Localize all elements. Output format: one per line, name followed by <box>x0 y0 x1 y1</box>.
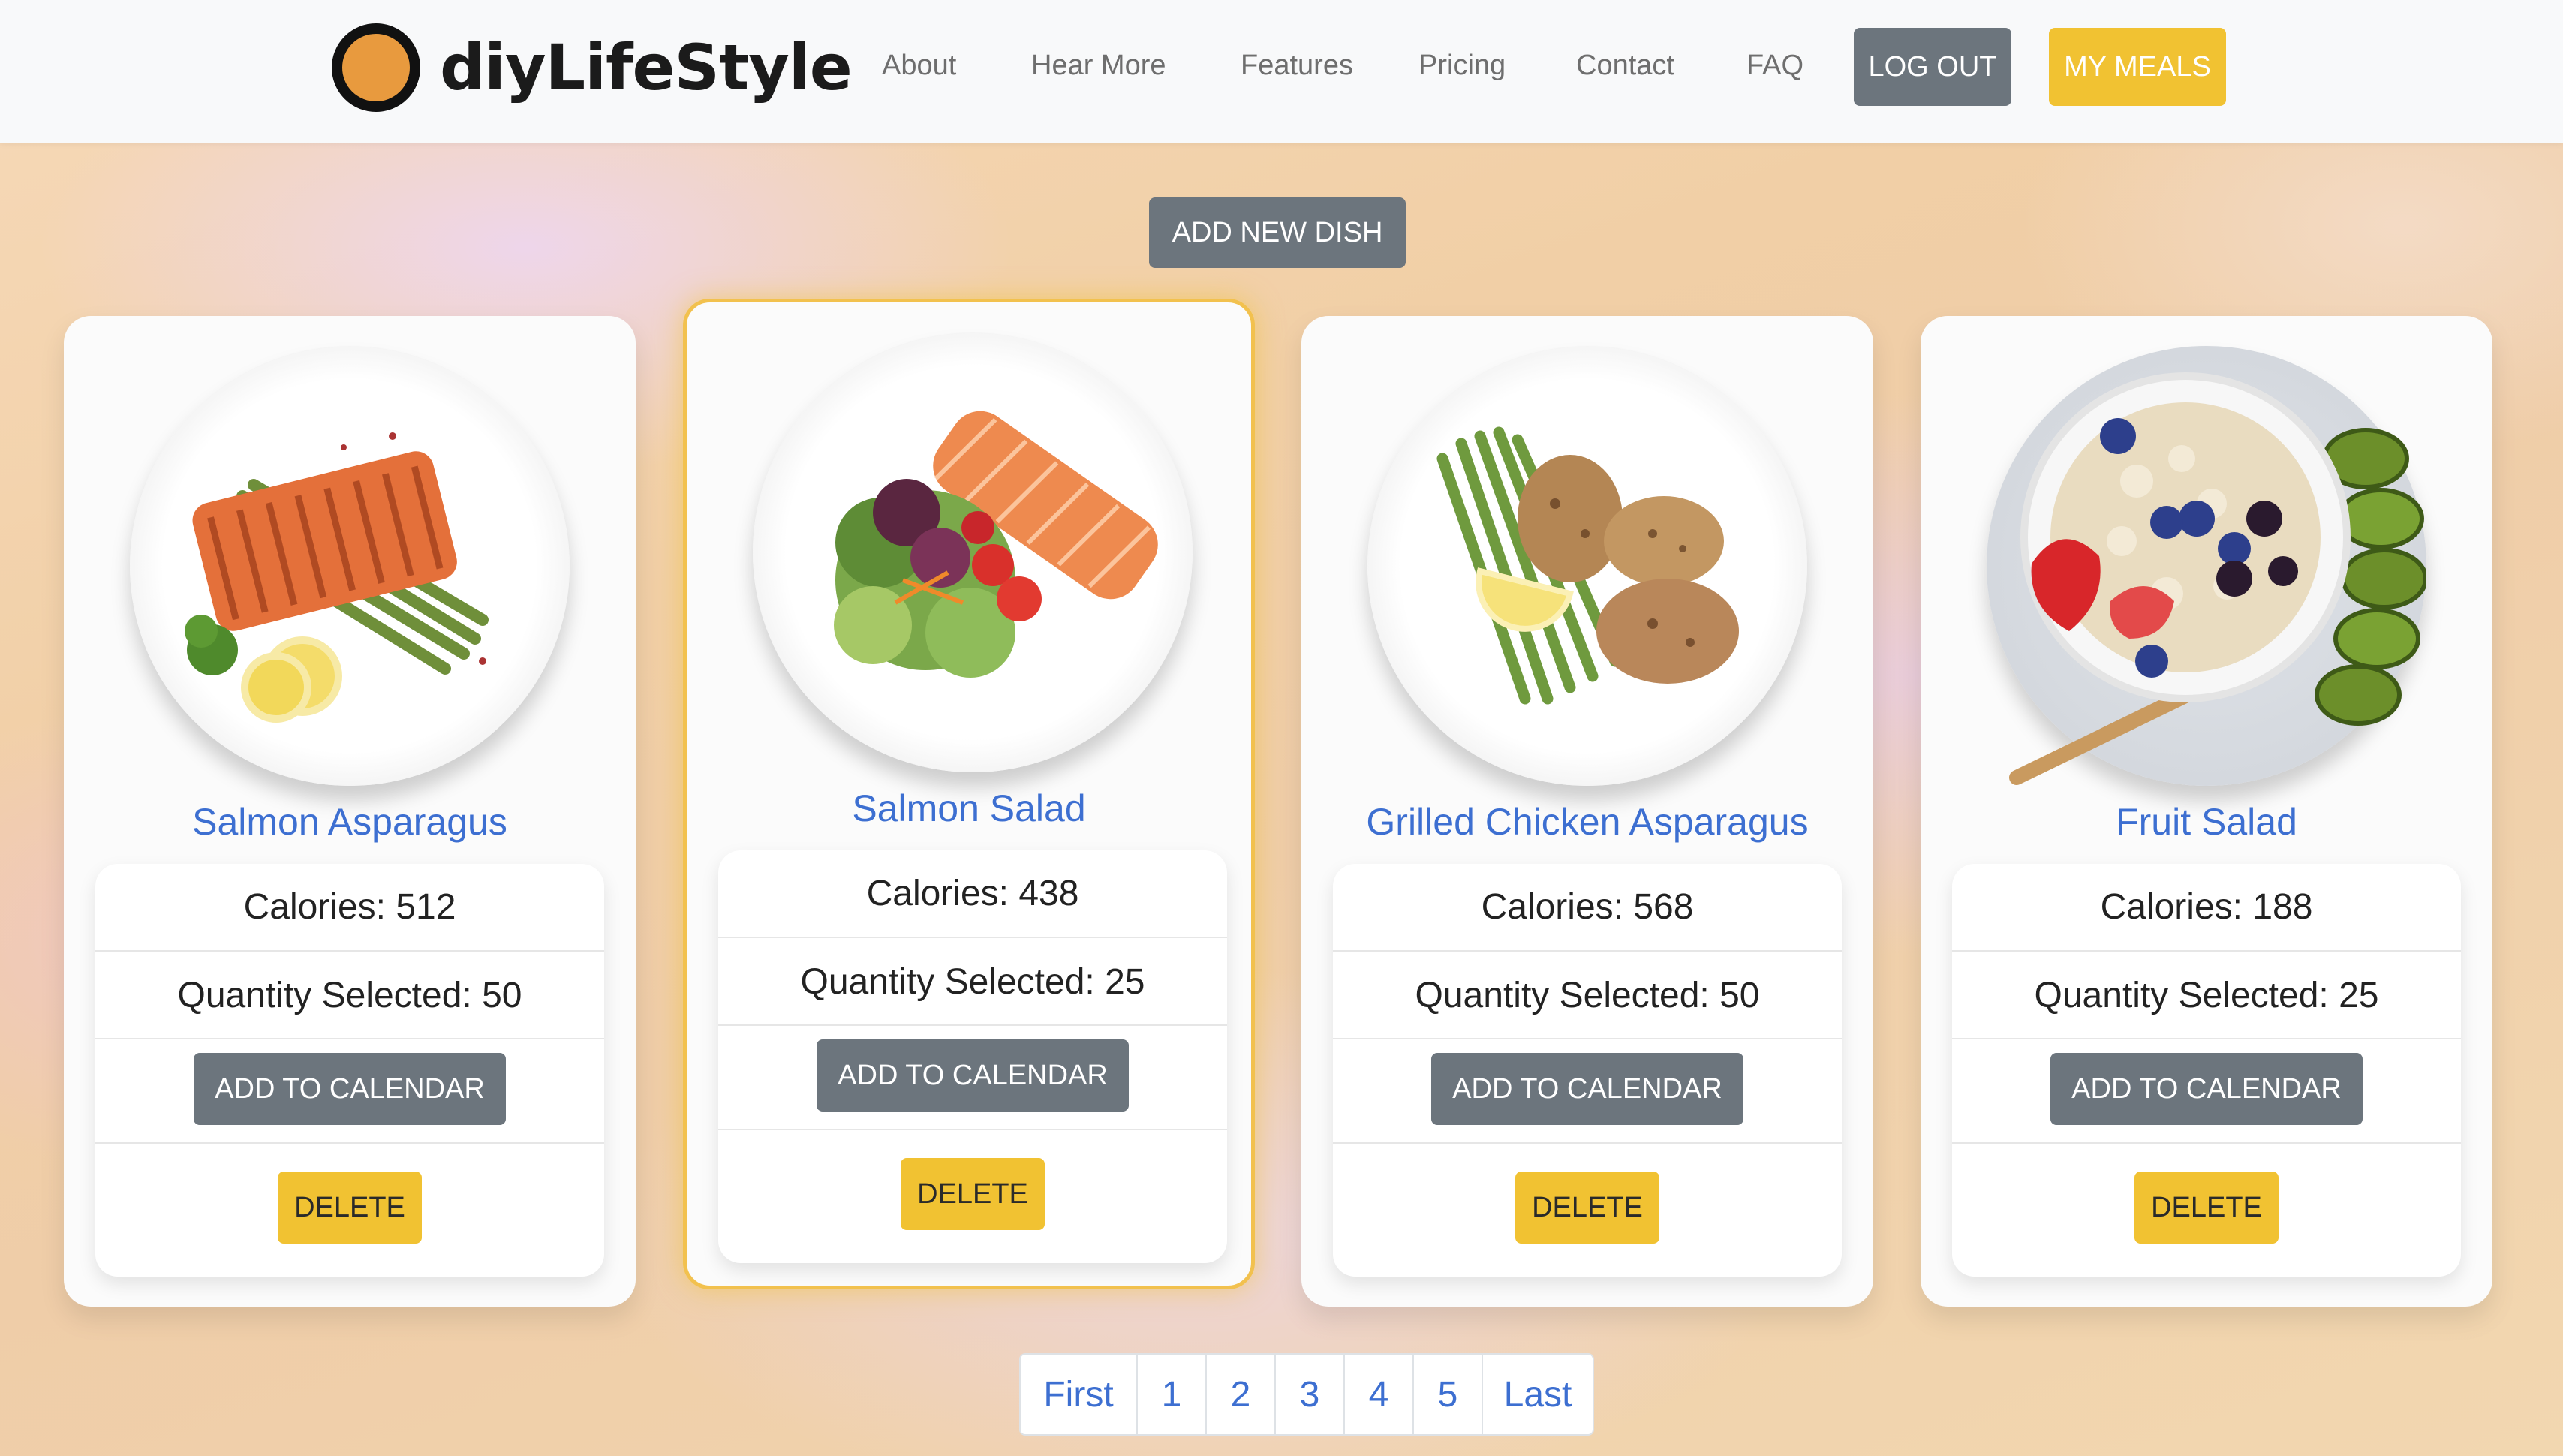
divider <box>718 1024 1227 1026</box>
divider <box>718 937 1227 938</box>
page-2[interactable]: 2 <box>1207 1355 1276 1434</box>
add-new-dish-button[interactable]: ADD NEW DISH <box>1149 197 1406 268</box>
page-1[interactable]: 1 <box>1138 1355 1207 1434</box>
dish-card: Fruit Salad Calories: 188 Quantity Selec… <box>1921 316 2492 1307</box>
nav-link-faq[interactable]: FAQ <box>1746 50 1803 82</box>
divider <box>718 1129 1227 1130</box>
dish-name[interactable]: Salmon Salad <box>687 787 1251 830</box>
divider <box>1333 1038 1842 1039</box>
divider <box>95 1038 604 1039</box>
add-to-calendar-button[interactable]: ADD TO CALENDAR <box>1431 1053 1743 1125</box>
navbar: diyLifeStyle About Hear More Features Pr… <box>0 0 2563 143</box>
divider <box>1333 1142 1842 1144</box>
divider <box>95 950 604 952</box>
dish-calories: Calories: 568 <box>1481 887 1694 927</box>
dish-calories: Calories: 438 <box>866 874 1079 913</box>
page-3[interactable]: 3 <box>1276 1355 1345 1434</box>
dish-quantity: Quantity Selected: 25 <box>800 962 1145 1002</box>
salmon-salad-image <box>834 411 1158 678</box>
add-to-calendar-button[interactable]: ADD TO CALENDAR <box>817 1039 1129 1112</box>
pagination: First 1 2 3 4 5 Last <box>1019 1353 1594 1436</box>
page-5[interactable]: 5 <box>1414 1355 1483 1434</box>
divider <box>1952 1038 2461 1039</box>
brand[interactable]: diyLifeStyle <box>332 21 853 114</box>
salmon-asparagus-image <box>185 432 489 723</box>
dish-card: Salmon Salad Calories: 438 Quantity Sele… <box>683 299 1255 1289</box>
add-to-calendar-button[interactable]: ADD TO CALENDAR <box>2050 1053 2363 1125</box>
dish-details: Calories: 188 Quantity Selected: 25 ADD … <box>1952 864 2461 1277</box>
fruit-salad-image <box>2009 372 2428 785</box>
divider <box>1952 950 2461 952</box>
dish-image <box>1367 346 1807 786</box>
dish-details: Calories: 438 Quantity Selected: 25 ADD … <box>718 850 1227 1263</box>
add-to-calendar-button[interactable]: ADD TO CALENDAR <box>194 1053 506 1125</box>
dish-card: Salmon Asparagus Calories: 512 Quantity … <box>64 316 636 1307</box>
dish-calories: Calories: 188 <box>2100 887 2313 927</box>
grilled-chicken-asparagus-image <box>1436 426 1739 705</box>
dish-details: Calories: 568 Quantity Selected: 50 ADD … <box>1333 864 1842 1277</box>
nav-link-hear-more[interactable]: Hear More <box>1031 50 1166 82</box>
delete-button[interactable]: DELETE <box>1515 1172 1659 1244</box>
page-last[interactable]: Last <box>1483 1355 1593 1434</box>
brand-name: diyLifeStyle <box>440 31 853 104</box>
dish-quantity: Quantity Selected: 50 <box>177 976 522 1015</box>
divider <box>1952 1142 2461 1144</box>
delete-button[interactable]: DELETE <box>2134 1172 2279 1244</box>
dish-calories: Calories: 512 <box>243 887 456 927</box>
dish-name[interactable]: Grilled Chicken Asparagus <box>1301 800 1873 844</box>
dish-name[interactable]: Fruit Salad <box>1921 800 2492 844</box>
dish-card: Grilled Chicken Asparagus Calories: 568 … <box>1301 316 1873 1307</box>
dish-quantity: Quantity Selected: 25 <box>2034 976 2379 1015</box>
dish-image <box>753 332 1193 772</box>
divider <box>95 1142 604 1144</box>
my-meals-button[interactable]: MY MEALS <box>2049 28 2226 106</box>
logo-icon <box>332 23 420 112</box>
delete-button[interactable]: DELETE <box>278 1172 422 1244</box>
nav-link-about[interactable]: About <box>882 50 956 82</box>
dish-image <box>1987 346 2428 786</box>
log-out-button[interactable]: LOG OUT <box>1854 28 2011 106</box>
page-first[interactable]: First <box>1021 1355 1138 1434</box>
dish-image <box>130 346 570 786</box>
page-4[interactable]: 4 <box>1345 1355 1414 1434</box>
dish-quantity: Quantity Selected: 50 <box>1415 976 1760 1015</box>
divider <box>1333 950 1842 952</box>
dish-details: Calories: 512 Quantity Selected: 50 ADD … <box>95 864 604 1277</box>
nav-link-pricing[interactable]: Pricing <box>1418 50 1506 82</box>
nav-link-contact[interactable]: Contact <box>1576 50 1674 82</box>
dish-name[interactable]: Salmon Asparagus <box>64 800 636 844</box>
delete-button[interactable]: DELETE <box>901 1158 1045 1230</box>
nav-link-features[interactable]: Features <box>1241 50 1353 82</box>
